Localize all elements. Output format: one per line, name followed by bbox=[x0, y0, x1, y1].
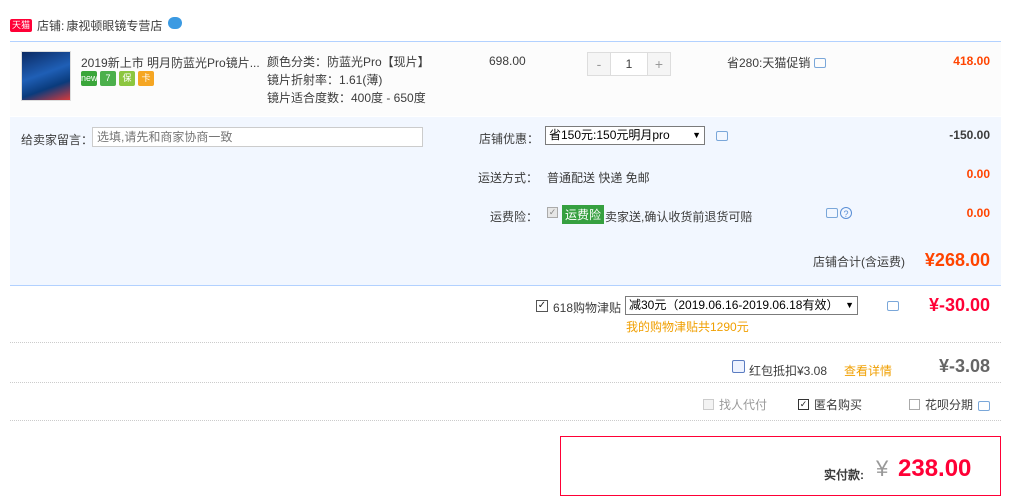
product-title-link[interactable]: 2019新上市 明月防蓝光Pro镜片... bbox=[81, 54, 261, 71]
credit-card-icon[interactable]: 卡 bbox=[138, 71, 154, 86]
installment-comment-icon[interactable] bbox=[978, 400, 991, 411]
promo-text: 省280:天猫促销 bbox=[727, 56, 811, 70]
seller-message-input[interactable] bbox=[92, 127, 423, 147]
service-badges: new 7 保 卡 bbox=[81, 71, 154, 86]
chevron-down-icon: ▼ bbox=[845, 300, 854, 310]
store-discount-value: 省150元:150元明月pro bbox=[549, 128, 670, 142]
item-subtotal: 418.00 bbox=[953, 54, 990, 68]
seller-message-label: 给卖家留言： bbox=[21, 133, 94, 147]
quantity-input[interactable]: 1 bbox=[610, 53, 648, 75]
tmall-badge: 天猫 bbox=[10, 18, 33, 32]
option-installment[interactable]: 花呗分期 bbox=[909, 396, 991, 413]
divider bbox=[10, 382, 1001, 383]
coupon618-checkbox[interactable]: ✓ bbox=[536, 300, 548, 312]
coupon618-amount: ¥-30.00 bbox=[928, 295, 990, 315]
shipping-label: 运送方式： bbox=[478, 171, 539, 185]
sku-degree: 镜片适合度数：400度 - 650度 bbox=[267, 91, 426, 105]
payment-currency: ¥ bbox=[876, 456, 889, 481]
red-packet-label: 红包抵扣¥3.08 bbox=[749, 364, 828, 378]
installment-label: 花呗分期 bbox=[925, 398, 974, 412]
red-packet-checkbox[interactable] bbox=[732, 360, 745, 373]
shipping-method: 普通配送 快递 免邮 bbox=[547, 171, 650, 185]
store-discount-amount: -150.00 bbox=[949, 128, 990, 142]
payment-label: 实付款: bbox=[824, 468, 864, 482]
store-total-label: 店铺合计(含运费) bbox=[813, 255, 905, 269]
help-icon[interactable]: ? bbox=[840, 207, 852, 219]
product-sku: 颜色分类：防蓝光Pro【现片】 镜片折射率：1.61(薄) 镜片适合度数：400… bbox=[267, 53, 430, 107]
payment-amount: 238.00 bbox=[898, 455, 972, 482]
coupon618-select[interactable]: 减30元（2019.06.16-2019.06.18有效） ▼ bbox=[625, 296, 858, 315]
option-anonymous[interactable]: ✓ 匿名购买 bbox=[798, 396, 862, 413]
store-name-link[interactable]: 康视顿眼镜专营店 bbox=[66, 17, 162, 34]
item-row bbox=[10, 41, 1001, 116]
store-discount-label: 店铺优惠： bbox=[479, 132, 540, 146]
discount-comment-icon[interactable] bbox=[716, 131, 728, 141]
coupon618-label: 618购物津贴 bbox=[553, 301, 622, 315]
promo-comment-icon[interactable] bbox=[814, 58, 827, 68]
coupon618-balance-note: 我的购物津贴共1290元 bbox=[626, 320, 749, 334]
option-proxy-pay[interactable]: 找人代付 bbox=[703, 396, 767, 413]
store-label: 店铺: bbox=[37, 18, 65, 33]
red-packet-amount: ¥-3.08 bbox=[938, 356, 990, 376]
installment-checkbox[interactable] bbox=[909, 399, 920, 410]
product-thumbnail[interactable] bbox=[21, 51, 71, 101]
quantity-stepper: - 1 + bbox=[587, 52, 671, 76]
divider bbox=[10, 342, 1001, 343]
coupon618-value: 减30元（2019.06.16-2019.06.18有效） bbox=[629, 298, 839, 312]
return-insurance-text: 卖家送,确认收货前退货可赔 bbox=[605, 210, 753, 224]
proxy-pay-checkbox[interactable] bbox=[703, 399, 714, 410]
shipping-amount: 0.00 bbox=[966, 167, 990, 181]
return-insurance-label: 运费险： bbox=[490, 210, 539, 224]
return-insurance-tag: 运费险 bbox=[562, 205, 605, 224]
divider bbox=[10, 420, 1001, 421]
quantity-plus-button[interactable]: + bbox=[648, 53, 670, 75]
insurance-comment-icon[interactable] bbox=[826, 208, 838, 218]
store-discount-select[interactable]: 省150元:150元明月pro ▼ bbox=[545, 126, 705, 145]
new-badge-icon[interactable]: new bbox=[81, 71, 98, 86]
seven-day-return-icon[interactable]: 7 bbox=[100, 71, 116, 86]
wangwang-chat-icon[interactable] bbox=[168, 17, 183, 29]
red-packet-detail-link[interactable]: 查看详情 bbox=[844, 362, 892, 379]
coupon-comment-icon[interactable] bbox=[887, 301, 900, 311]
store-header: 天猫 店铺: 康视顿眼镜专营店 bbox=[10, 15, 183, 35]
proxy-pay-label: 找人代付 bbox=[719, 398, 768, 412]
store-total-amount: ¥268.00 bbox=[924, 250, 990, 270]
insurance-icons: ? bbox=[826, 207, 852, 219]
guarantee-icon[interactable]: 保 bbox=[119, 71, 135, 86]
anonymous-label: 匿名购买 bbox=[814, 398, 863, 412]
quantity-minus-button[interactable]: - bbox=[588, 53, 610, 75]
return-insurance-checkbox: ✓ bbox=[547, 207, 558, 218]
unit-price: 698.00 bbox=[489, 54, 526, 68]
promo-info: 省280:天猫促销 bbox=[727, 54, 827, 71]
anonymous-checkbox[interactable]: ✓ bbox=[798, 399, 809, 410]
sku-color: 颜色分类：防蓝光Pro【现片】 bbox=[267, 55, 430, 69]
return-insurance-amount: 0.00 bbox=[966, 206, 990, 220]
sku-index: 镜片折射率：1.61(薄) bbox=[267, 73, 383, 87]
chevron-down-icon: ▼ bbox=[692, 130, 701, 140]
